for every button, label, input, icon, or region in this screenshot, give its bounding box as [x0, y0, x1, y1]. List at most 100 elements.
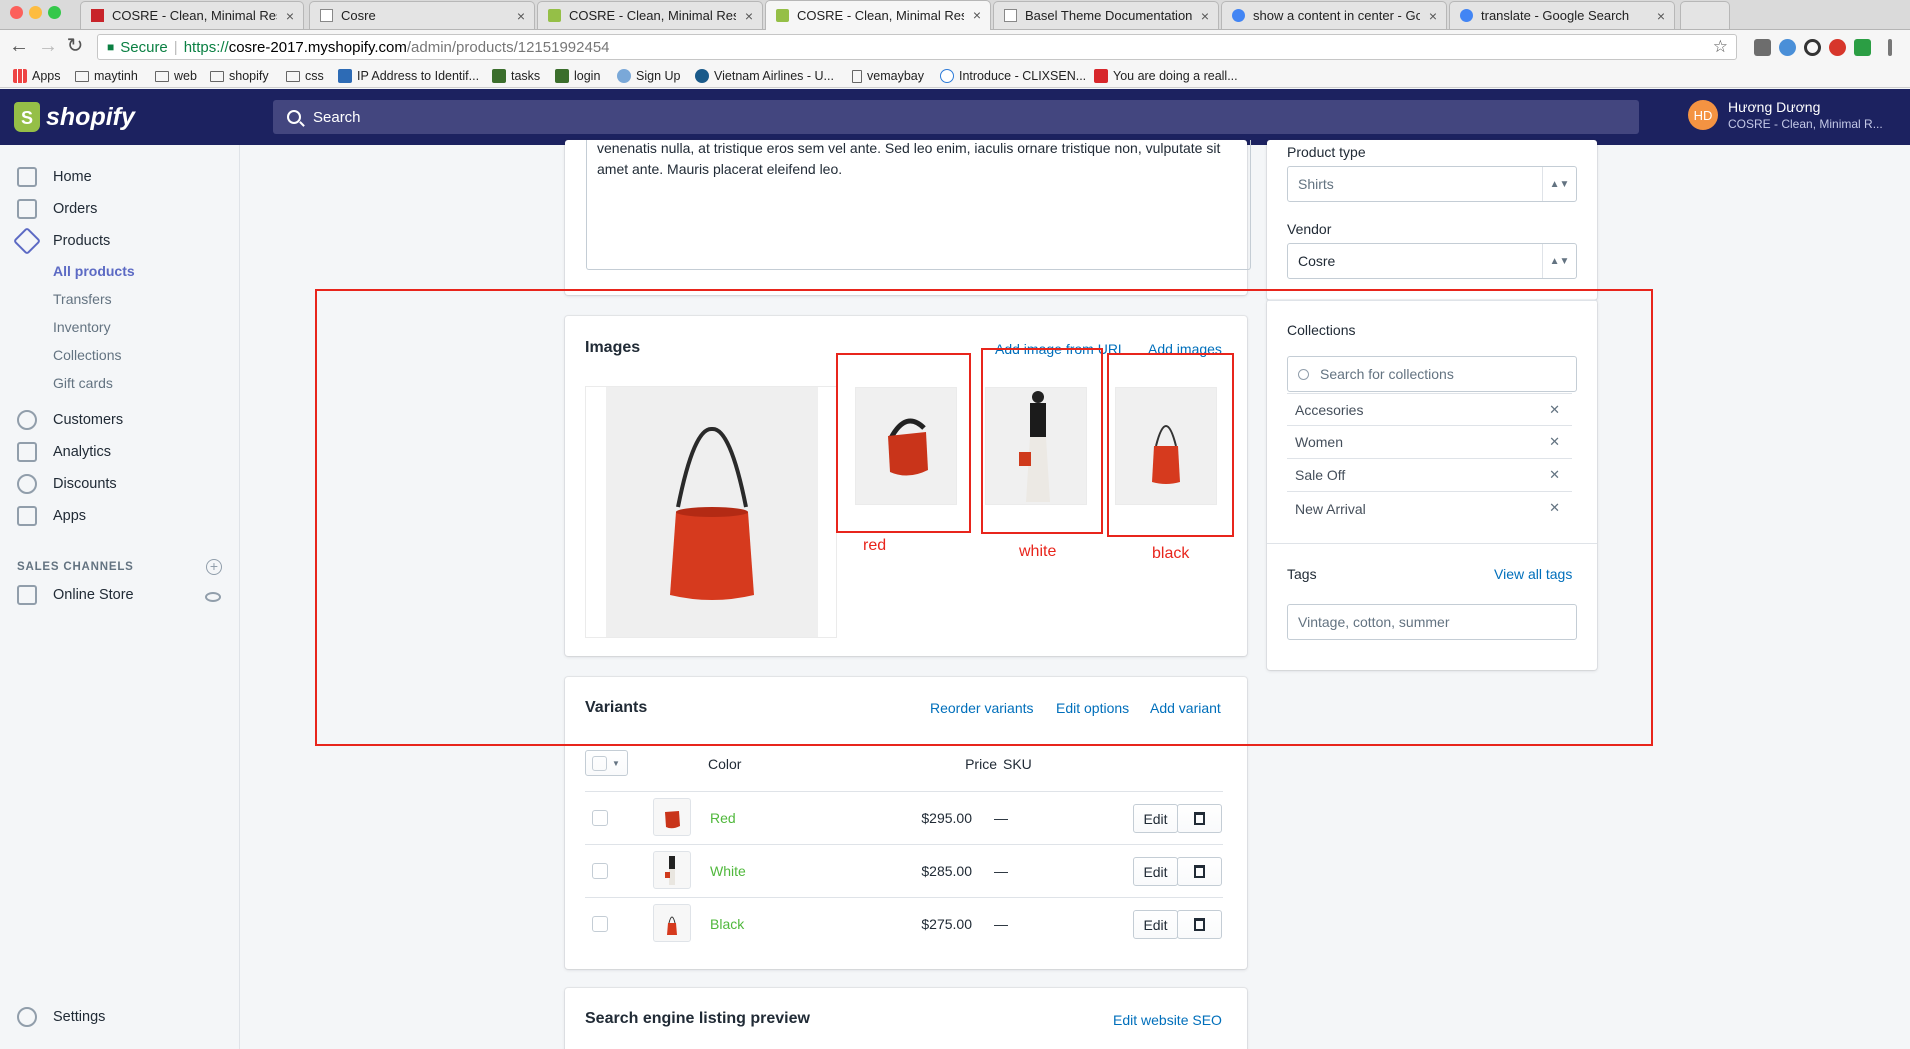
variant-checkbox[interactable] — [592, 863, 608, 879]
variant-price: $295.00 — [921, 810, 972, 826]
variant-name-link[interactable]: Red — [710, 810, 736, 826]
view-store-eye-icon[interactable] — [205, 592, 221, 602]
extension-icon[interactable] — [1754, 39, 1771, 56]
sidebar-item-analytics[interactable]: Analytics — [17, 442, 111, 462]
bookmark-folder[interactable]: shopify — [210, 69, 269, 83]
folder-icon — [210, 70, 224, 82]
url-input[interactable]: ■ Secure | https:// cosre-2017.myshopify… — [97, 34, 1737, 60]
bookmark[interactable]: vemaybay — [852, 69, 924, 83]
bookmark-folder[interactable]: web — [155, 69, 197, 83]
column-header-sku: SKU — [1003, 756, 1032, 772]
back-button[interactable]: ← — [7, 34, 31, 58]
delete-variant-button[interactable] — [1177, 910, 1222, 939]
tab-close-icon[interactable]: × — [1201, 8, 1209, 24]
vendor-select[interactable]: Cosre ▲▼ — [1287, 243, 1577, 279]
sidebar-item-online-store[interactable]: Online Store — [17, 585, 134, 605]
browser-tab[interactable]: show a content in center - Goo × — [1221, 1, 1447, 29]
bookmark[interactable]: IP Address to Identif... — [338, 69, 479, 83]
variant-name-link[interactable]: White — [710, 863, 746, 879]
trash-icon — [1194, 918, 1205, 931]
bookmark[interactable]: login — [555, 69, 600, 83]
description-editor[interactable]: venenatis nulla, at tristique eros sem v… — [586, 140, 1251, 270]
browser-tab[interactable]: Cosre × — [309, 1, 535, 29]
sidebar-item-label: Products — [53, 233, 111, 249]
bookmark-star-icon[interactable]: ☆ — [1713, 37, 1728, 57]
tab-close-icon[interactable]: × — [973, 7, 981, 23]
bookmark-apps[interactable]: Apps — [13, 69, 61, 83]
reload-button[interactable]: ↻ — [63, 34, 87, 58]
extension-icon[interactable] — [1804, 39, 1821, 56]
admin-search-input[interactable]: Search — [273, 100, 1639, 134]
edit-variant-button[interactable]: Edit — [1133, 910, 1178, 939]
browser-tab[interactable]: COSRE - Clean, Minimal Respo × — [80, 1, 304, 29]
sidebar-item-products[interactable]: Products — [12, 226, 111, 256]
sidebar-subitem-transfers[interactable]: Transfers — [53, 291, 112, 307]
delete-variant-button[interactable] — [1177, 857, 1222, 886]
sidebar-item-discounts[interactable]: Discounts — [17, 474, 117, 494]
white-outfit-mini-photo — [665, 856, 675, 885]
tab-close-icon[interactable]: × — [1657, 8, 1665, 24]
user-menu[interactable]: HD Hương Dương COSRE - Clean, Minimal R.… — [1688, 99, 1883, 131]
shopify-logo[interactable]: shopify — [14, 102, 135, 132]
sidebar-subitem-inventory[interactable]: Inventory — [53, 319, 111, 335]
bookmark[interactable]: Sign Up — [617, 69, 680, 83]
variant-name-link[interactable]: Black — [710, 916, 744, 932]
bookmark-label: tasks — [511, 69, 541, 83]
browser-tab-strip: COSRE - Clean, Minimal Respo × Cosre × C… — [0, 0, 1910, 30]
variant-price: $285.00 — [921, 863, 972, 879]
sidebar-subitem-collections[interactable]: Collections — [53, 347, 121, 363]
bookmark[interactable]: tasks — [492, 69, 540, 83]
bulk-select-dropdown[interactable]: ▼ — [585, 750, 628, 776]
tab-label: COSRE - Clean, Minimal Respo — [569, 8, 736, 23]
vendor-label: Vendor — [1287, 221, 1332, 237]
sidebar-item-customers[interactable]: Customers — [17, 410, 123, 430]
maximize-window-icon[interactable] — [48, 6, 61, 19]
tab-close-icon[interactable]: × — [517, 8, 525, 24]
vendor-value: Cosre — [1298, 253, 1336, 269]
add-sales-channel-icon[interactable]: + — [206, 559, 222, 575]
edit-variant-button[interactable]: Edit — [1133, 857, 1178, 886]
minimize-window-icon[interactable] — [29, 6, 42, 19]
url-host: cosre-2017.myshopify.com — [228, 38, 407, 56]
bookmark[interactable]: Vietnam Airlines - U... — [695, 69, 834, 83]
bookmark-label: IP Address to Identif... — [357, 69, 480, 83]
edit-website-seo-link[interactable]: Edit website SEO — [1113, 1012, 1222, 1028]
browser-tab[interactable]: translate - Google Search × — [1449, 1, 1675, 29]
sidebar-item-home[interactable]: Home — [17, 167, 92, 187]
sidebar-subitem-all-products[interactable]: All products — [53, 263, 135, 279]
extension-icon[interactable] — [1779, 39, 1796, 56]
bookmark-folder[interactable]: css — [286, 69, 324, 83]
browser-tab[interactable]: Basel Theme Documentation × — [993, 1, 1219, 29]
google-favicon-icon — [1232, 9, 1245, 22]
sidebar-item-label: Online Store — [53, 587, 134, 603]
close-window-icon[interactable] — [10, 6, 23, 19]
bookmark-label: You are doing a reall... — [1113, 69, 1238, 83]
variant-checkbox[interactable] — [592, 810, 608, 826]
tab-favicon-icon — [548, 9, 561, 22]
tab-close-icon[interactable]: × — [745, 8, 753, 24]
adblock-icon[interactable] — [1829, 39, 1846, 56]
browser-tab[interactable]: COSRE - Clean, Minimal Respo × — [537, 1, 763, 29]
chrome-menu-icon[interactable] — [1888, 39, 1892, 56]
bookmark[interactable]: Introduce - CLIXSEN... — [940, 69, 1086, 83]
variant-checkbox[interactable] — [592, 916, 608, 932]
extension-icon[interactable] — [1854, 39, 1871, 56]
delete-variant-button[interactable] — [1177, 804, 1222, 833]
forward-button[interactable]: → — [36, 34, 60, 58]
bookmark-label: login — [574, 69, 601, 83]
ip-icon — [338, 69, 352, 83]
edit-variant-button[interactable]: Edit — [1133, 804, 1178, 833]
browser-tab-active[interactable]: COSRE - Clean, Minimal Respo × — [765, 0, 991, 30]
tab-close-icon[interactable]: × — [286, 8, 294, 24]
sidebar-item-orders[interactable]: Orders — [17, 199, 97, 219]
sidebar-subitem-gift-cards[interactable]: Gift cards — [53, 375, 113, 391]
product-type-select[interactable]: Shirts ▲▼ — [1287, 166, 1577, 202]
bookmark[interactable]: You are doing a reall... — [1094, 69, 1238, 83]
sidebar-item-settings[interactable]: Settings — [17, 1007, 105, 1027]
bookmark-label: Sign Up — [636, 69, 681, 83]
tab-close-icon[interactable]: × — [1429, 8, 1437, 24]
new-tab-button[interactable] — [1680, 1, 1730, 29]
bookmark-folder[interactable]: maytinh — [75, 69, 138, 83]
sidebar-item-apps[interactable]: Apps — [17, 506, 86, 526]
select-all-checkbox[interactable] — [592, 755, 607, 771]
